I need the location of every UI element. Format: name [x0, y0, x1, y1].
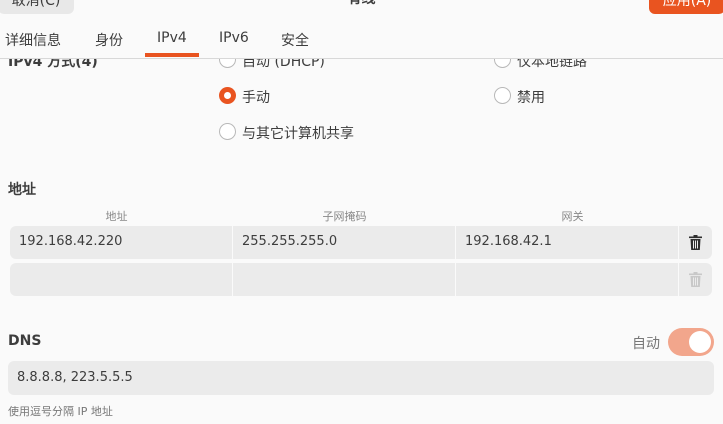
- tab-security[interactable]: 安全: [281, 30, 309, 50]
- address-row-empty: [10, 263, 712, 296]
- radio-manual-label: 手动: [242, 90, 270, 106]
- dns-auto-switch[interactable]: [668, 328, 714, 356]
- header-bar: 取消(C) 有线 应用(A) 详细信息 身份 IPv4 IPv6 安全: [0, 0, 723, 59]
- radio-manual[interactable]: [219, 87, 236, 104]
- apply-button[interactable]: 应用(A): [649, 0, 723, 14]
- dns-hint: 使用逗号分隔 IP 地址: [8, 405, 113, 418]
- tab-ipv4[interactable]: IPv4: [157, 30, 187, 46]
- dns-title: DNS: [8, 333, 42, 349]
- radio-shared[interactable]: [219, 123, 236, 140]
- gateway-field[interactable]: 192.168.42.1: [456, 226, 679, 259]
- address-row: 192.168.42.220 255.255.255.0 192.168.42.…: [10, 226, 712, 259]
- trash-icon: [689, 272, 702, 287]
- addresses-title: 地址: [8, 182, 36, 198]
- column-header-netmask: 子网掩码: [322, 210, 367, 223]
- tab-selected-indicator: [145, 53, 199, 57]
- address-field[interactable]: [10, 263, 233, 296]
- delete-address-button: [679, 263, 712, 296]
- dns-auto-label: 自动: [632, 336, 660, 352]
- dns-input[interactable]: 8.8.8.8, 223.5.5.5: [8, 361, 714, 395]
- tab-ipv6[interactable]: IPv6: [219, 30, 249, 46]
- column-header-address: 地址: [105, 210, 128, 223]
- netmask-field[interactable]: 255.255.255.0: [233, 226, 456, 259]
- tab-identity[interactable]: 身份: [95, 30, 123, 50]
- netmask-field[interactable]: [233, 263, 456, 296]
- trash-icon: [689, 235, 702, 250]
- address-field[interactable]: 192.168.42.220: [10, 226, 233, 259]
- window-title: 有线: [0, 0, 723, 8]
- gateway-field[interactable]: [456, 263, 679, 296]
- tab-details[interactable]: 详细信息: [5, 30, 61, 50]
- radio-disabled[interactable]: [494, 87, 511, 104]
- delete-address-button[interactable]: [679, 226, 712, 259]
- switch-knob: [689, 331, 711, 353]
- column-header-gateway: 网关: [561, 210, 584, 223]
- radio-disabled-label: 禁用: [517, 90, 545, 106]
- radio-shared-label: 与其它计算机共享: [242, 126, 354, 142]
